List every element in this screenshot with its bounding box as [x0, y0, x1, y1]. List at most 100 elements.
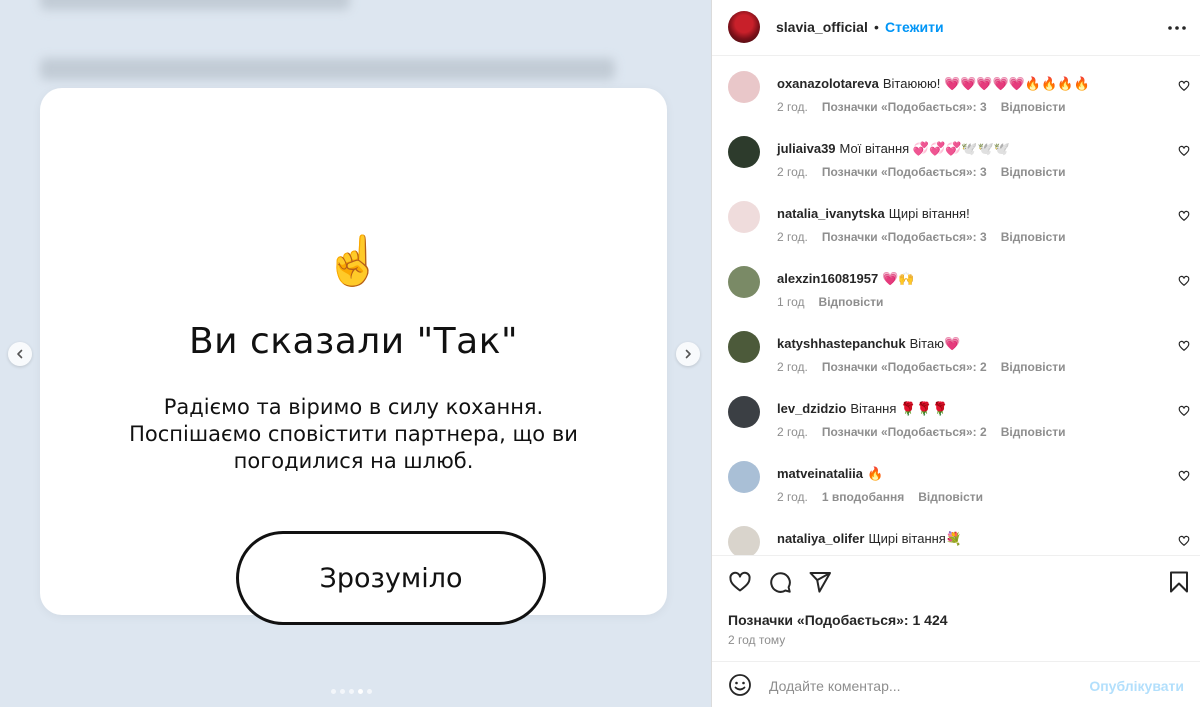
- confirmation-card: ☝️ Ви сказали "Так" Радіємо та віримо в …: [40, 88, 667, 625]
- carousel-dot: [367, 689, 372, 694]
- reply-button[interactable]: Відповісти: [1001, 360, 1066, 374]
- comment-text: lev_dzidzio Вітання 🌹🌹🌹: [777, 401, 949, 417]
- post-actions: [712, 556, 1200, 608]
- comment-row: juliaiva39 Мої вітання 💞💞💞🕊️🕊️🕊️ 2 год. Поз…: [712, 122, 1200, 182]
- post-media: ☝️ Ви сказали "Так" Радіємо та віримо в …: [0, 0, 711, 707]
- reply-button[interactable]: Відповісти: [1001, 165, 1066, 179]
- comment-meta: 2 год. Позначки «Подобається»: 3 Відповіст…: [777, 165, 1080, 179]
- commenter-avatar[interactable]: [728, 526, 760, 555]
- comment-like-count[interactable]: Позначки «Подобається»: 2: [822, 425, 987, 439]
- comment-text: nataliya_olifer Щирі вітання💐: [777, 531, 962, 547]
- card-body: Радіємо та віримо в силу кохання. Поспіш…: [100, 394, 607, 475]
- comment-row: katyshhastepanchuk Вітаю💗 2 год. Позначки «…: [712, 317, 1200, 377]
- comment-meta: 1 год Відповісти: [777, 295, 897, 309]
- comment-body: Вітаю💗: [909, 336, 961, 351]
- comment-row: lev_dzidzio Вітання 🌹🌹🌹 2 год. Позначки «По…: [712, 382, 1200, 442]
- commenter-avatar[interactable]: [728, 266, 760, 298]
- comment-like-count[interactable]: Позначки «Подобається»: 3: [822, 100, 987, 114]
- comment-input[interactable]: [767, 673, 1091, 699]
- comment-like-count[interactable]: Позначки «Подобається»: 3: [822, 230, 987, 244]
- emoji-icon[interactable]: [728, 673, 752, 697]
- blurred-background-text: [40, 58, 615, 80]
- heart-icon[interactable]: [1178, 405, 1190, 417]
- comment-time: 1 год: [777, 295, 805, 309]
- carousel-dot: [331, 689, 336, 694]
- comment-text: katyshhastepanchuk Вітаю💗: [777, 336, 960, 352]
- commenter-avatar[interactable]: [728, 331, 760, 363]
- post-timestamp: 2 год тому: [728, 633, 786, 647]
- comment-body: Щирі вітання💐: [868, 531, 963, 546]
- comment-body: Вітання 🌹🌹🌹: [850, 401, 949, 416]
- carousel-dot: [340, 689, 345, 694]
- reply-button[interactable]: Відповісти: [1001, 230, 1066, 244]
- reply-button[interactable]: Відповісти: [819, 295, 884, 309]
- commenter-avatar[interactable]: [728, 396, 760, 428]
- reply-button[interactable]: Відповісти: [918, 490, 983, 504]
- comment-like-count[interactable]: Позначки «Подобається»: 3: [822, 165, 987, 179]
- comment-body: Вітаююю! 💗💗💗💗💗🔥🔥🔥🔥: [882, 76, 1090, 91]
- comment-row: alexzin16081957 💗🙌 1 год Відповісти: [712, 252, 1200, 312]
- heart-icon[interactable]: [1178, 470, 1190, 482]
- comment-username[interactable]: natalia_ivanytska: [777, 206, 885, 221]
- commenter-avatar[interactable]: [728, 71, 760, 103]
- comment-icon[interactable]: [768, 570, 792, 594]
- comment-username[interactable]: lev_dzidzio: [777, 401, 846, 416]
- comment-time: 2 год.: [777, 230, 808, 244]
- comment-text: matveinataliia 🔥: [777, 466, 883, 482]
- heart-icon[interactable]: [1178, 210, 1190, 222]
- comment-body: Мої вітання 💞💞💞🕊️🕊️🕊️: [839, 141, 1010, 156]
- heart-icon[interactable]: [1178, 340, 1190, 352]
- comment-row: natalia_ivanytska Щирі вітання! 2 год. Позн…: [712, 187, 1200, 247]
- heart-icon[interactable]: [1178, 145, 1190, 157]
- understood-button[interactable]: Зрозуміло: [236, 531, 546, 625]
- heart-icon[interactable]: [728, 570, 752, 594]
- publish-button[interactable]: Опублікувати: [1089, 678, 1184, 694]
- comment-time: 2 год.: [777, 100, 808, 114]
- next-slide-button[interactable]: [676, 342, 700, 366]
- commenter-avatar[interactable]: [728, 461, 760, 493]
- comment-row: nataliya_olifer Щирі вітання💐: [712, 512, 1200, 555]
- card-title: Ви сказали "Так": [188, 321, 519, 362]
- share-icon[interactable]: [808, 570, 832, 594]
- carousel-dot: [349, 689, 354, 694]
- comment-like-count[interactable]: 1 вподобання: [822, 490, 904, 504]
- heart-icon[interactable]: [1178, 535, 1190, 547]
- comment-meta: 2 год. Позначки «Подобається»: 2 Відповіст…: [777, 360, 1080, 374]
- comment-username[interactable]: matveinataliia: [777, 466, 863, 481]
- comment-username[interactable]: alexzin16081957: [777, 271, 878, 286]
- follow-button[interactable]: Стежити: [885, 19, 944, 35]
- comment-like-count[interactable]: Позначки «Подобається»: 2: [822, 360, 987, 374]
- comment-username[interactable]: juliaiva39: [777, 141, 836, 156]
- bookmark-icon[interactable]: [1167, 570, 1191, 594]
- comments-list[interactable]: oxanazolotareva Вітаююю! 💗💗💗💗💗🔥🔥🔥🔥 2 год. П…: [712, 57, 1200, 555]
- previous-slide-button[interactable]: [8, 342, 32, 366]
- blurred-background-text: [40, 0, 350, 10]
- heart-icon[interactable]: [1178, 80, 1190, 92]
- comment-text: oxanazolotareva Вітаююю! 💗💗💗💗💗🔥🔥🔥🔥: [777, 76, 1090, 92]
- post-side-panel: slavia_official • Стежити oxanazolotarev…: [711, 0, 1200, 707]
- comment-username[interactable]: katyshhastepanchuk: [777, 336, 906, 351]
- commenter-avatar[interactable]: [728, 201, 760, 233]
- comment-meta: 2 год. Позначки «Подобається»: 2 Відповіст…: [777, 425, 1080, 439]
- author-avatar[interactable]: [728, 11, 760, 43]
- comment-text: alexzin16081957 💗🙌: [777, 271, 915, 287]
- comment-row: oxanazolotareva Вітаююю! 💗💗💗💗💗🔥🔥🔥🔥 2 год. П…: [712, 57, 1200, 117]
- more-icon[interactable]: [1165, 17, 1189, 39]
- comment-time: 2 год.: [777, 425, 808, 439]
- chevron-left-icon: [17, 349, 23, 359]
- comment-time: 2 год.: [777, 165, 808, 179]
- commenter-avatar[interactable]: [728, 136, 760, 168]
- comment-username[interactable]: nataliya_olifer: [777, 531, 864, 546]
- comment-username[interactable]: oxanazolotareva: [777, 76, 879, 91]
- reply-button[interactable]: Відповісти: [1001, 425, 1066, 439]
- heart-icon[interactable]: [1178, 275, 1190, 287]
- comment-row: matveinataliia 🔥 2 год. 1 вподобання Відпові…: [712, 447, 1200, 507]
- post-header: slavia_official • Стежити: [712, 0, 1200, 56]
- author-username[interactable]: slavia_official: [776, 19, 868, 35]
- reply-button[interactable]: Відповісти: [1001, 100, 1066, 114]
- comment-text: juliaiva39 Мої вітання 💞💞💞🕊️🕊️🕊️: [777, 141, 1010, 157]
- comment-time: 2 год.: [777, 360, 808, 374]
- comment-text: natalia_ivanytska Щирі вітання!: [777, 206, 970, 221]
- card-body-line: Радіємо та віримо в силу кохання.: [163, 395, 544, 419]
- like-count[interactable]: Позначки «Подобається»: 1 424: [728, 612, 948, 628]
